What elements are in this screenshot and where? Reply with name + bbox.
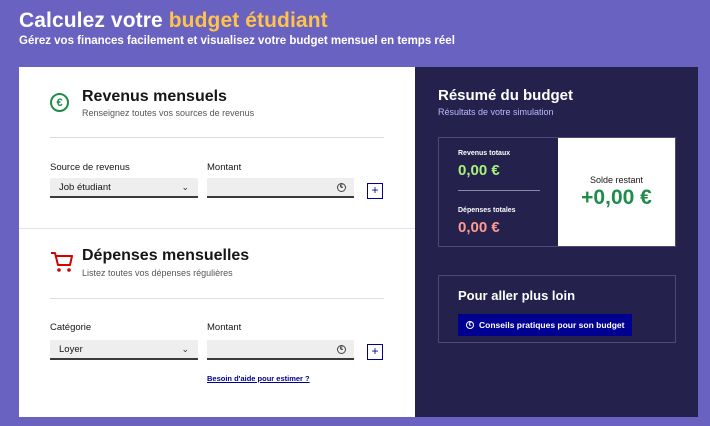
euro-small-icon: €	[337, 344, 346, 354]
totals-box: Revenus totaux 0,00 € Dépenses totales 0…	[438, 137, 676, 247]
page-title-prefix: Calculez votre	[19, 9, 169, 32]
expenses-divider	[50, 298, 384, 299]
expenses-title: Dépenses mensuelles	[82, 247, 250, 264]
add-income-button[interactable]: +	[367, 183, 383, 199]
estimate-help-link[interactable]: Besoin d'aide pour estimer ?	[207, 374, 310, 383]
form-panel: € Revenus mensuels Renseignez toutes vos…	[19, 67, 415, 417]
chevron-down-icon: ⌄	[181, 181, 189, 192]
euro-icon: €	[50, 93, 69, 112]
budget-tips-label: Conseils pratiques pour son budget	[479, 320, 625, 330]
chevron-down-icon: ⌄	[181, 343, 189, 354]
totals-divider	[458, 190, 540, 191]
expense-amount-label: Montant	[207, 322, 242, 333]
budget-tips-button[interactable]: € Conseils pratiques pour son budget	[458, 314, 633, 336]
income-total-label: Revenus totaux	[458, 150, 511, 157]
income-total-value: 0,00 €	[458, 162, 500, 179]
more-box: Pour aller plus loin € Conseils pratique…	[438, 275, 676, 343]
expenses-subtitle: Listez toutes vos dépenses régulières	[82, 268, 233, 278]
income-amount-input[interactable]: €	[207, 178, 354, 198]
expense-total-value: 0,00 €	[458, 219, 500, 236]
balance-box: Solde restant +0,00 €	[558, 138, 675, 246]
income-source-label: Source de revenus	[50, 162, 130, 173]
income-subtitle: Renseignez toutes vos sources de revenus	[82, 108, 255, 118]
income-source-select[interactable]: Job étudiant ⌄	[50, 178, 198, 198]
hero: Calculez votre budget étudiant Gérez vos…	[19, 8, 455, 48]
more-title: Pour aller plus loin	[458, 288, 576, 303]
income-amount-label: Montant	[207, 162, 242, 173]
balance-value: +0,00 €	[581, 185, 652, 209]
summary-subtitle: Résultats de votre simulation	[438, 107, 554, 117]
page-title: Calculez votre budget étudiant	[19, 8, 455, 34]
section-separator	[19, 228, 415, 229]
euro-icon: €	[466, 321, 474, 329]
income-source-value: Job étudiant	[59, 181, 111, 193]
page-title-accent: budget étudiant	[168, 9, 328, 32]
summary-panel: Résumé du budget Résultats de votre simu…	[415, 67, 698, 417]
add-expense-button[interactable]: +	[367, 344, 383, 360]
expense-category-value: Loyer	[59, 343, 83, 355]
expense-category-label: Catégorie	[50, 322, 92, 333]
euro-small-icon: €	[337, 182, 346, 192]
summary-title: Résumé du budget	[438, 87, 574, 104]
income-divider	[50, 137, 384, 138]
income-title: Revenus mensuels	[82, 88, 227, 105]
cart-icon	[50, 251, 74, 273]
expense-total-label: Dépenses totales	[458, 207, 516, 214]
expense-category-select[interactable]: Loyer ⌄	[50, 340, 198, 360]
expense-amount-input[interactable]: €	[207, 340, 354, 360]
budget-card: € Revenus mensuels Renseignez toutes vos…	[19, 67, 698, 417]
balance-label: Solde restant	[589, 174, 644, 185]
page-subtitle: Gérez vos finances facilement et visuali…	[19, 35, 455, 47]
totals-breakdown: Revenus totaux 0,00 € Dépenses totales 0…	[439, 138, 558, 246]
